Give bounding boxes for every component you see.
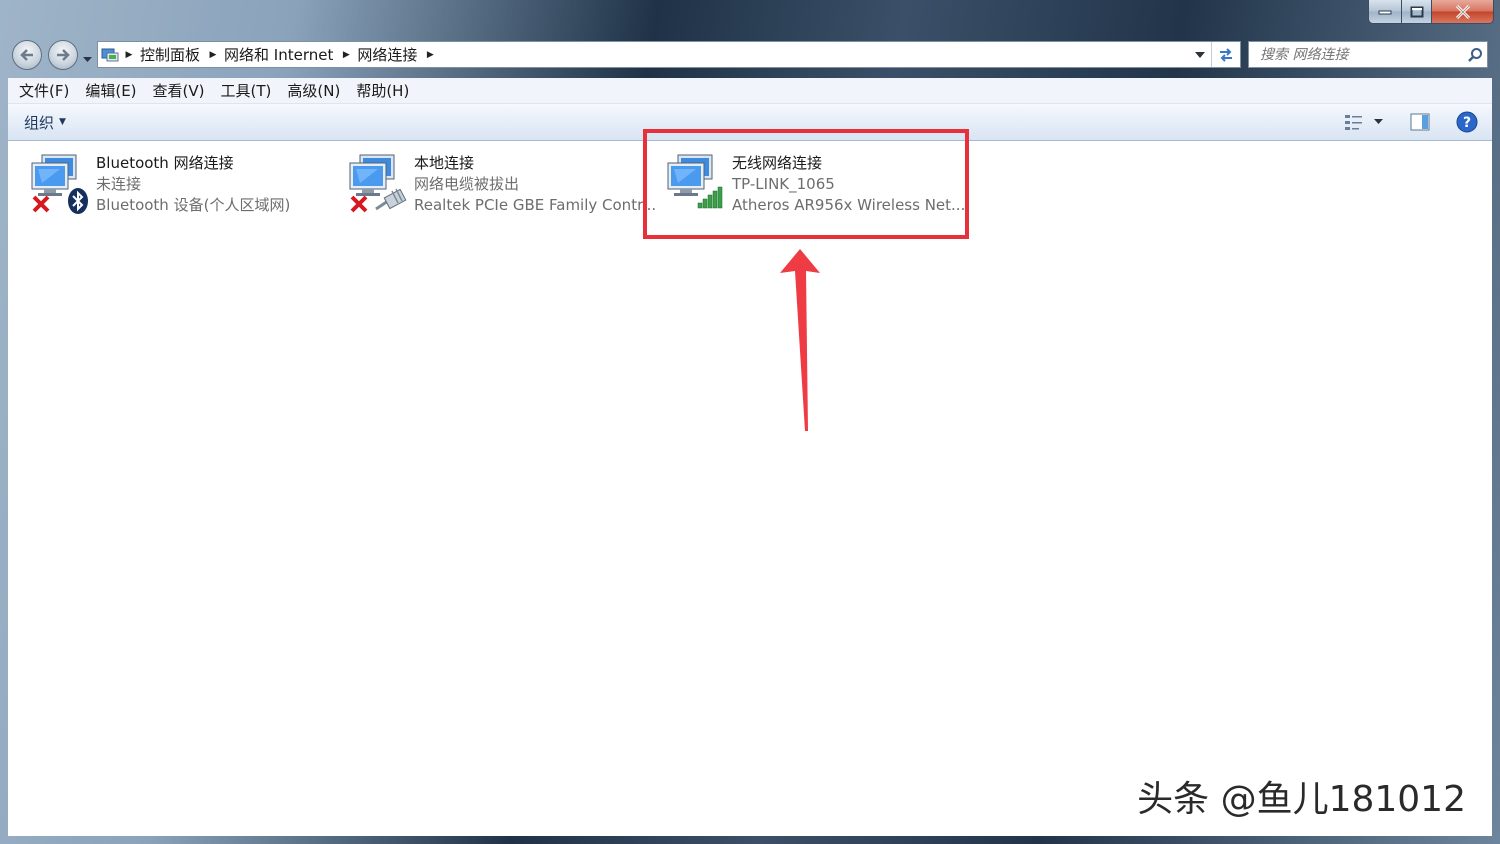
search-input[interactable] [1258, 45, 1463, 64]
signal-bars-icon [697, 186, 723, 209]
address-dropdown-button[interactable] [1188, 42, 1211, 67]
connection-status: 未连接 [96, 175, 142, 193]
connections-list: Bluetooth 网络连接 未连接 Bluetooth 设备(个人区域网) 本… [8, 129, 1492, 836]
connection-item-bluetooth[interactable]: Bluetooth 网络连接 未连接 Bluetooth 设备(个人区域网) [30, 153, 290, 217]
disconnected-x-icon [32, 195, 50, 213]
refresh-button[interactable] [1211, 42, 1240, 67]
maximize-button[interactable] [1402, 0, 1432, 24]
forward-button[interactable] [48, 40, 78, 70]
connection-name: Bluetooth 网络连接 [96, 154, 234, 172]
network-computer-icon [30, 153, 96, 217]
connection-status: TP-LINK_1065 [732, 175, 835, 193]
breadcrumb: ▶ 控制面板 ▶ 网络和 Internet ▶ 网络连接 ▶ [98, 42, 1188, 67]
chevron-down-icon [1374, 119, 1383, 124]
organize-label: 组织 [24, 113, 55, 132]
breadcrumb-separator[interactable]: ▶ [339, 50, 353, 60]
connection-device: Atheros AR956x Wireless Net... [732, 196, 966, 214]
search-box[interactable] [1248, 41, 1488, 68]
window-caption-buttons [1368, 0, 1494, 24]
view-details-icon [1345, 115, 1362, 130]
connection-item-local[interactable]: 本地连接 网络电缆被拔出 Realtek PCIe GBE Family Con… [348, 153, 656, 217]
minimize-icon [1378, 10, 1392, 14]
menu-bar: 文件(F) 编辑(E) 查看(V) 工具(T) 高级(N) 帮助(H) [8, 78, 1492, 104]
watermark: 头条 @鱼儿181012 [1137, 779, 1466, 820]
breadcrumb-control-panel[interactable]: 控制面板 [136, 44, 206, 65]
back-button[interactable] [12, 40, 42, 70]
network-computer-icon [348, 153, 414, 217]
explorer-window: ▶ 控制面板 ▶ 网络和 Internet ▶ 网络连接 ▶ 文件(F) 编辑(… [0, 0, 1500, 844]
command-bar-right: ? [1326, 111, 1478, 133]
control-panel-icon [98, 42, 122, 67]
breadcrumb-separator[interactable]: ▶ [206, 50, 220, 60]
address-bar[interactable]: ▶ 控制面板 ▶ 网络和 Internet ▶ 网络连接 ▶ [97, 41, 1241, 68]
chevron-down-icon: ▼ [59, 117, 66, 127]
command-bar: 组织 ▼ ? [8, 104, 1492, 141]
forward-arrow-icon [57, 49, 70, 61]
view-options-button[interactable] [1344, 113, 1384, 131]
back-arrow-icon [20, 49, 33, 61]
close-icon [1455, 4, 1470, 19]
minimize-button[interactable] [1368, 0, 1402, 24]
close-button[interactable] [1432, 0, 1494, 24]
chevron-down-icon [1195, 51, 1205, 58]
connection-name: 无线网络连接 [732, 154, 823, 172]
organize-button[interactable]: 组织 ▼ [24, 112, 66, 133]
svg-text:?: ? [1463, 115, 1471, 131]
breadcrumb-separator[interactable]: ▶ [423, 50, 437, 60]
breadcrumb-separator[interactable]: ▶ [122, 50, 136, 60]
preview-pane-icon [1410, 113, 1430, 131]
breadcrumb-network-internet[interactable]: 网络和 Internet [220, 44, 339, 65]
menu-file[interactable]: 文件(F) [11, 80, 77, 101]
search-icon[interactable] [1463, 47, 1487, 63]
connection-item-wireless[interactable]: 无线网络连接 TP-LINK_1065 Atheros AR956x Wirel… [666, 153, 965, 217]
menu-view[interactable]: 查看(V) [145, 80, 213, 101]
disconnected-x-icon [350, 195, 368, 213]
menu-edit[interactable]: 编辑(E) [77, 80, 144, 101]
network-computer-icon [666, 153, 732, 217]
annotation-arrow [780, 249, 820, 431]
menu-tools[interactable]: 工具(T) [213, 80, 280, 101]
help-button[interactable]: ? [1456, 111, 1478, 133]
bluetooth-icon [68, 188, 88, 214]
help-icon: ? [1456, 111, 1478, 133]
connection-device: Realtek PCIe GBE Family Contr... [414, 196, 657, 214]
connection-device: Bluetooth 设备(个人区域网) [96, 196, 291, 214]
menu-help[interactable]: 帮助(H) [348, 80, 417, 101]
recent-pages-dropdown[interactable] [83, 49, 92, 67]
connection-status: 网络电缆被拔出 [414, 175, 520, 193]
refresh-icon [1220, 47, 1232, 62]
breadcrumb-network-connections[interactable]: 网络连接 [353, 44, 423, 65]
chevron-down-icon [83, 57, 92, 62]
ethernet-cable-icon [375, 188, 407, 211]
maximize-icon [1410, 6, 1423, 17]
connection-name: 本地连接 [414, 154, 475, 172]
preview-pane-button[interactable] [1410, 113, 1430, 131]
menu-advanced[interactable]: 高级(N) [279, 80, 348, 101]
